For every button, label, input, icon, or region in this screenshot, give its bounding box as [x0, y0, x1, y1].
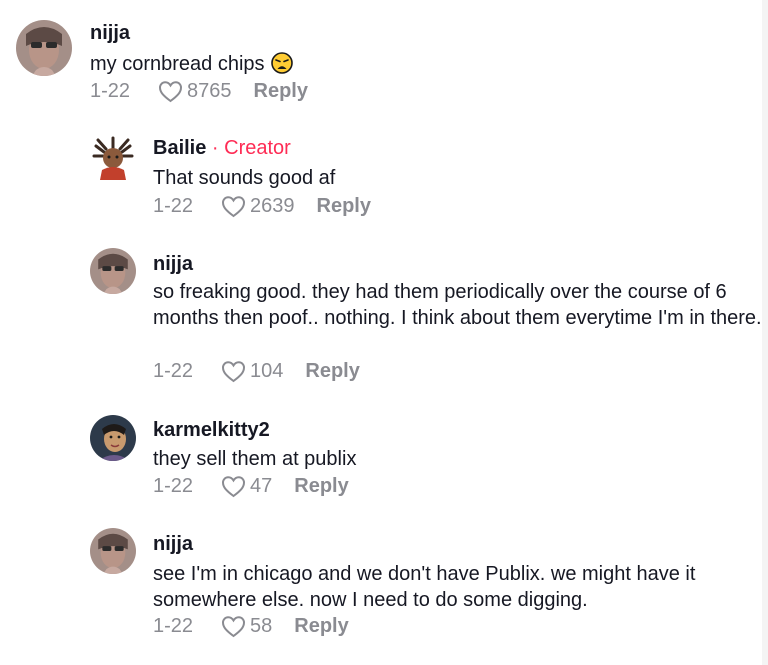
reply-button[interactable]: Reply — [317, 195, 371, 218]
comment-text: That sounds good af — [153, 165, 753, 191]
like-button[interactable]: 47 — [221, 475, 294, 498]
comment-text-content: That sounds good af — [153, 167, 336, 189]
like-count: 47 — [250, 475, 273, 497]
comment-date: 1-22 — [153, 615, 194, 637]
comment-text-content: so freaking good. they had them periodic… — [153, 281, 762, 329]
comment-username[interactable]: nijja — [153, 533, 193, 556]
reply-button[interactable]: Reply — [305, 360, 359, 383]
avatar[interactable] — [90, 415, 136, 461]
comment-username[interactable]: Bailie · Creator — [153, 137, 291, 160]
username-text[interactable]: karmelkitty2 — [153, 419, 270, 441]
comment-meta: 1-22 104 Reply — [153, 360, 360, 383]
creator-badge: · Creator — [206, 137, 291, 159]
reply-item: nijja see I'm in chicago and we don't ha… — [0, 525, 768, 660]
comment-username[interactable]: karmelkitty2 — [153, 419, 270, 442]
heart-outline-icon[interactable] — [221, 360, 246, 383]
like-count: 58 — [250, 615, 273, 637]
heart-outline-icon[interactable] — [221, 195, 246, 218]
comment-username[interactable]: nijja — [153, 253, 193, 276]
avatar[interactable] — [90, 528, 136, 574]
comment-text: see I'm in chicago and we don't have Pub… — [153, 561, 753, 613]
comment-text: my cornbread chips — [90, 51, 750, 77]
reply-item: Bailie · Creator That sounds good af 1-2… — [0, 130, 768, 225]
like-count: 8765 — [187, 80, 232, 102]
comment-text: so freaking good. they had them periodic… — [153, 279, 763, 331]
comment-meta: 1-22 47 Reply — [153, 475, 349, 498]
like-button[interactable]: 104 — [221, 360, 305, 383]
like-button[interactable]: 58 — [221, 615, 294, 638]
comment-date: 1-22 — [153, 360, 194, 382]
username-text[interactable]: Bailie — [153, 137, 206, 159]
like-button[interactable]: 2639 — [221, 195, 317, 218]
comment-text: they sell them at publix — [153, 446, 753, 472]
comment-text-content: they sell them at publix — [153, 448, 357, 470]
comment-thread-top: nijja my cornbread chips 1-22 8765 Reply — [0, 0, 768, 110]
username-text[interactable]: nijja — [90, 22, 130, 44]
comment-date: 1-22 — [153, 195, 194, 217]
comment-meta: 1-22 58 Reply — [153, 615, 349, 638]
username-text[interactable]: nijja — [153, 253, 193, 275]
comment-date: 1-22 — [90, 80, 131, 102]
like-button[interactable]: 8765 — [158, 80, 254, 103]
avatar[interactable] — [90, 136, 136, 182]
comment-username[interactable]: nijja — [90, 22, 130, 45]
like-count: 2639 — [250, 195, 295, 217]
reply-button[interactable]: Reply — [294, 615, 348, 638]
avatar[interactable] — [90, 248, 136, 294]
comment-text-content: see I'm in chicago and we don't have Pub… — [153, 563, 696, 611]
comment-meta: 1-22 8765 Reply — [90, 80, 308, 103]
comment-meta: 1-22 2639 Reply — [153, 195, 371, 218]
username-text[interactable]: nijja — [153, 533, 193, 555]
like-count: 104 — [250, 360, 284, 382]
heart-outline-icon[interactable] — [221, 615, 246, 638]
reply-button[interactable]: Reply — [254, 80, 308, 103]
comment-text-content: my cornbread chips — [90, 53, 265, 75]
reply-button[interactable]: Reply — [294, 475, 348, 498]
heart-outline-icon[interactable] — [158, 80, 183, 103]
heart-outline-icon[interactable] — [221, 475, 246, 498]
avatar[interactable] — [16, 20, 72, 76]
reply-item: nijja so freaking good. they had them pe… — [0, 245, 768, 390]
weary-face-emoji-icon — [270, 52, 293, 74]
comment-date: 1-22 — [153, 475, 194, 497]
reply-item: karmelkitty2 they sell them at publix 1-… — [0, 410, 768, 505]
